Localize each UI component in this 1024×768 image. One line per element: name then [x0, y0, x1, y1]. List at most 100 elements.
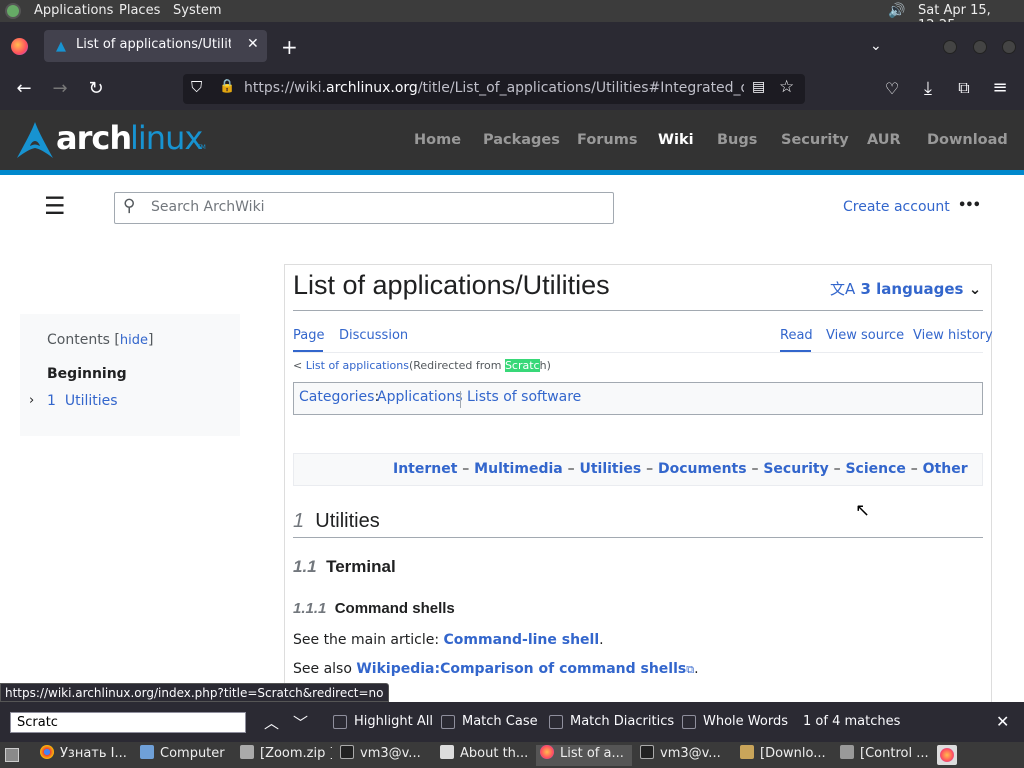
system-logo-icon[interactable]: [5, 3, 21, 19]
arch-nav-security[interactable]: Security: [781, 132, 849, 148]
volume-icon[interactable]: 🔊: [888, 3, 905, 19]
taskbar-label: List of a...: [560, 746, 624, 761]
toc-beginning[interactable]: Beginning: [47, 366, 127, 382]
match-case-checkbox[interactable]: [441, 715, 455, 729]
browser-tab-active[interactable]: ▲ List of applications/Utilities ✕: [44, 30, 267, 62]
category-lists-of-software[interactable]: Lists of software: [467, 389, 581, 405]
arch-nav-wiki[interactable]: Wiki: [658, 132, 694, 148]
toc-item-utilities[interactable]: 1 Utilities: [47, 393, 118, 409]
extensions-icon[interactable]: ⧉: [952, 78, 976, 98]
toc-expand-icon[interactable]: ›: [29, 393, 34, 408]
category-applications[interactable]: Applications: [377, 389, 463, 405]
bookmark-star-icon[interactable]: ☆: [779, 77, 794, 97]
menu-places[interactable]: Places: [119, 3, 160, 18]
new-tab-button[interactable]: +: [281, 35, 298, 59]
language-button[interactable]: 文A 3 languages ⌄: [830, 278, 981, 299]
taskbar-item-chrome[interactable]: Узнать I...: [40, 745, 132, 766]
arch-nav-bugs[interactable]: Bugs: [717, 132, 757, 148]
firefox-icon: [540, 745, 554, 759]
tab-discussion[interactable]: Discussion: [339, 328, 408, 343]
back-arrow-icon[interactable]: ←: [12, 78, 36, 99]
url-bar[interactable]: ⛉ 🔒 https://wiki.archlinux.org/title/Lis…: [183, 74, 805, 104]
taskbar-item-computer[interactable]: Computer: [140, 745, 232, 766]
whole-words-label[interactable]: Whole Words: [703, 714, 788, 729]
tab-page[interactable]: Page: [293, 328, 324, 343]
taskbar-label: About th...: [460, 746, 529, 761]
navbox-documents[interactable]: Documents: [658, 461, 747, 477]
find-close-icon[interactable]: ✕: [996, 712, 1009, 731]
app-menu-icon[interactable]: ≡: [988, 77, 1012, 98]
highlight-all-checkbox[interactable]: [333, 715, 347, 729]
find-previous-icon[interactable]: ︿: [264, 712, 279, 733]
match-case-label[interactable]: Match Case: [462, 714, 538, 729]
languages-label: 3 languages: [860, 280, 964, 298]
taskbar-item-firefox[interactable]: List of a...: [536, 745, 632, 766]
heading-number: 1.1: [293, 557, 317, 576]
tab-close-icon[interactable]: ✕: [247, 36, 259, 52]
find-highlight[interactable]: Scratc: [504, 359, 540, 372]
shield-icon[interactable]: ⛉: [191, 78, 202, 96]
taskbar-item-control[interactable]: [Control ...: [840, 745, 932, 766]
search-input[interactable]: ⚲ Search ArchWiki: [114, 192, 614, 224]
taskbar-item-downloads[interactable]: [Downlo...: [740, 745, 832, 766]
category-divider: [460, 391, 461, 408]
tab-read[interactable]: Read: [780, 328, 813, 343]
breadcrumb-link[interactable]: List of applications: [306, 359, 409, 372]
downloads-icon[interactable]: ⤓: [916, 78, 940, 99]
navbox-multimedia[interactable]: Multimedia: [474, 461, 563, 477]
window-minimize-button[interactable]: [943, 40, 957, 54]
reload-icon[interactable]: ↻: [84, 78, 108, 99]
menu-system[interactable]: System: [173, 3, 221, 18]
link-command-line-shell[interactable]: Command-line shell: [444, 632, 600, 648]
arch-nav-packages[interactable]: Packages: [483, 132, 560, 148]
find-input[interactable]: Scratc: [10, 712, 246, 733]
find-next-icon[interactable]: ﹀: [293, 712, 308, 733]
logo-arch-text: arch: [56, 119, 132, 157]
forward-arrow-icon[interactable]: →: [48, 78, 72, 99]
more-options-icon[interactable]: •••: [958, 198, 981, 213]
computer-icon: [140, 745, 154, 759]
taskbar-firefox-launcher-icon[interactable]: [937, 745, 957, 765]
categories-label[interactable]: Categories:: [299, 389, 379, 405]
highlight-all-label[interactable]: Highlight All: [354, 714, 433, 729]
arch-nav-aur[interactable]: AUR: [867, 132, 901, 148]
navbox-security[interactable]: Security: [763, 461, 828, 477]
whole-words-checkbox[interactable]: [682, 715, 696, 729]
heading-underline: [293, 537, 983, 538]
firefox-icon[interactable]: [11, 38, 28, 55]
taskbar-item-terminal-2[interactable]: vm3@v...: [640, 745, 732, 766]
reader-view-icon[interactable]: ▤: [752, 79, 765, 95]
toc-title: Contents [hide]: [47, 332, 154, 348]
create-account-link[interactable]: Create account: [843, 199, 950, 215]
toc-hide-link[interactable]: hide: [120, 333, 148, 348]
arch-logo[interactable]: arch linux TM: [16, 119, 211, 160]
window-maximize-button[interactable]: [973, 40, 987, 54]
window-close-button[interactable]: [1002, 40, 1016, 54]
breadcrumb: < List of applications(Redirected from S…: [293, 359, 551, 372]
taskbar-item-zoom[interactable]: [Zoom.zip ]: [240, 745, 332, 766]
match-diacritics-label[interactable]: Match Diacritics: [570, 714, 674, 729]
arch-nav-download[interactable]: Download: [927, 132, 1008, 148]
taskbar-item-about[interactable]: About th...: [440, 745, 532, 766]
arch-nav-forums[interactable]: Forums: [577, 132, 638, 148]
arch-nav-home[interactable]: Home: [414, 132, 461, 148]
lock-icon[interactable]: 🔒: [219, 79, 235, 94]
tab-view-source[interactable]: View source: [826, 328, 904, 343]
toc-title-text: Contents: [47, 332, 110, 348]
pocket-icon[interactable]: ♡: [880, 79, 904, 98]
navbox-internet[interactable]: Internet: [393, 461, 457, 477]
find-input-value: Scratc: [17, 715, 58, 730]
navbox-other[interactable]: Other: [923, 461, 968, 477]
page-title: List of applications/Utilities: [293, 270, 610, 300]
taskbar-item-terminal-1[interactable]: vm3@v...: [340, 745, 432, 766]
match-diacritics-checkbox[interactable]: [549, 715, 563, 729]
show-desktop-icon[interactable]: [5, 748, 19, 762]
navbox-science[interactable]: Science: [845, 461, 905, 477]
tab-view-history[interactable]: View history: [913, 328, 993, 343]
menu-applications[interactable]: Applications: [34, 3, 113, 18]
link-wikipedia-comparison[interactable]: Wikipedia:Comparison of command shells: [356, 661, 686, 677]
main-menu-icon[interactable]: ☰: [44, 194, 66, 218]
navbox-utilities[interactable]: Utilities: [579, 461, 641, 477]
list-all-tabs-icon[interactable]: ⌄: [870, 38, 882, 54]
url-text[interactable]: https://wiki.archlinux.org/title/List_of…: [244, 80, 744, 96]
